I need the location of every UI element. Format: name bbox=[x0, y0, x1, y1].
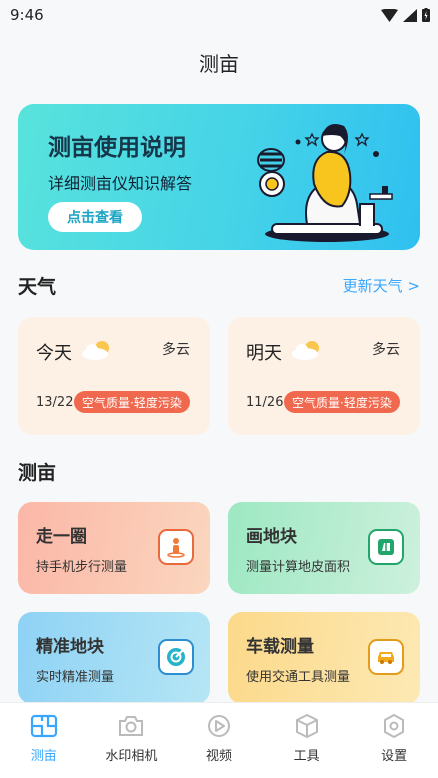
banner-title: 测亩使用说明 bbox=[48, 135, 186, 161]
card-subtitle: 测量计算地皮面积 bbox=[246, 560, 351, 575]
weather-condition: 多云 bbox=[372, 342, 400, 358]
status-icons bbox=[381, 8, 430, 22]
page-title: 测亩 bbox=[199, 52, 239, 76]
precision-plot-card[interactable]: 精准地块 实时精准测量 bbox=[18, 612, 210, 704]
instructions-banner[interactable]: 测亩使用说明 详细测亩仪知识解答 点击查看 bbox=[18, 104, 420, 250]
weather-day: 明天 bbox=[246, 343, 282, 364]
status-time: 9:46 bbox=[10, 6, 44, 24]
woman-illustration-icon bbox=[257, 123, 393, 242]
play-icon bbox=[207, 715, 230, 737]
tab-label: 水印相机 bbox=[105, 749, 158, 764]
measure-section-header: 测亩 bbox=[18, 458, 420, 485]
precision-target-icon bbox=[158, 639, 194, 675]
weather-heading: 天气 bbox=[18, 276, 57, 298]
card-subtitle: 使用交通工具测量 bbox=[246, 670, 351, 685]
tab-settings[interactable]: 设置 bbox=[350, 703, 438, 778]
aqi-badge: 空气质量·轻度污染 bbox=[74, 391, 190, 413]
weather-card-tomorrow: 明天 多云 11/26 空气质量·轻度污染 bbox=[228, 317, 420, 435]
view-button[interactable]: 点击查看 bbox=[48, 202, 142, 232]
wifi-icon bbox=[381, 8, 398, 22]
card-title: 画地块 bbox=[246, 527, 297, 547]
map-plot-icon bbox=[368, 529, 404, 565]
weather-section-header: 天气 更新天气 > bbox=[18, 272, 420, 299]
tab-video[interactable]: 视频 bbox=[175, 703, 263, 778]
measure-heading: 测亩 bbox=[18, 462, 57, 484]
weather-day: 今天 bbox=[36, 343, 72, 364]
card-subtitle: 持手机步行测量 bbox=[36, 560, 128, 575]
cloudy-icon bbox=[82, 341, 109, 360]
refresh-weather-link[interactable]: 更新天气 > bbox=[343, 275, 420, 296]
card-subtitle: 实时精准测量 bbox=[36, 670, 115, 685]
tab-watermark-camera[interactable]: 水印相机 bbox=[88, 703, 176, 778]
bottom-tab-bar: 测亩 水印相机 视频 工具 设置 bbox=[0, 702, 438, 778]
tab-label: 测亩 bbox=[30, 749, 57, 764]
walk-around-card[interactable]: 走一圈 持手机步行测量 bbox=[18, 502, 210, 594]
walking-person-icon bbox=[158, 529, 194, 565]
weather-card-today: 今天 多云 13/22 空气质量·轻度污染 bbox=[18, 317, 210, 435]
weather-date: 13/22 bbox=[36, 395, 74, 410]
settings-icon bbox=[384, 714, 405, 738]
vehicle-measure-card[interactable]: 车载测量 使用交通工具测量 bbox=[228, 612, 420, 704]
tab-label: 视频 bbox=[205, 749, 232, 764]
draw-plot-card[interactable]: 画地块 测量计算地皮面积 bbox=[228, 502, 420, 594]
card-title: 精准地块 bbox=[36, 637, 104, 657]
camera-icon bbox=[119, 716, 144, 736]
signal-icon bbox=[403, 8, 417, 22]
cloudy-icon bbox=[292, 341, 319, 360]
map-measure-icon bbox=[30, 714, 57, 738]
card-title: 走一圈 bbox=[36, 527, 87, 547]
car-icon bbox=[368, 639, 404, 675]
tab-label: 工具 bbox=[293, 749, 320, 764]
aqi-badge: 空气质量·轻度污染 bbox=[284, 391, 400, 413]
cube-icon bbox=[295, 714, 318, 738]
card-title: 车载测量 bbox=[246, 637, 314, 657]
tab-measure[interactable]: 测亩 bbox=[0, 703, 88, 778]
battery-icon bbox=[422, 8, 430, 22]
weather-date: 11/26 bbox=[246, 395, 284, 410]
banner-subtitle: 详细测亩仪知识解答 bbox=[48, 174, 193, 193]
status-bar: 9:46 bbox=[0, 0, 438, 30]
tab-label: 设置 bbox=[381, 749, 408, 764]
tab-tools[interactable]: 工具 bbox=[263, 703, 351, 778]
weather-condition: 多云 bbox=[162, 342, 190, 358]
